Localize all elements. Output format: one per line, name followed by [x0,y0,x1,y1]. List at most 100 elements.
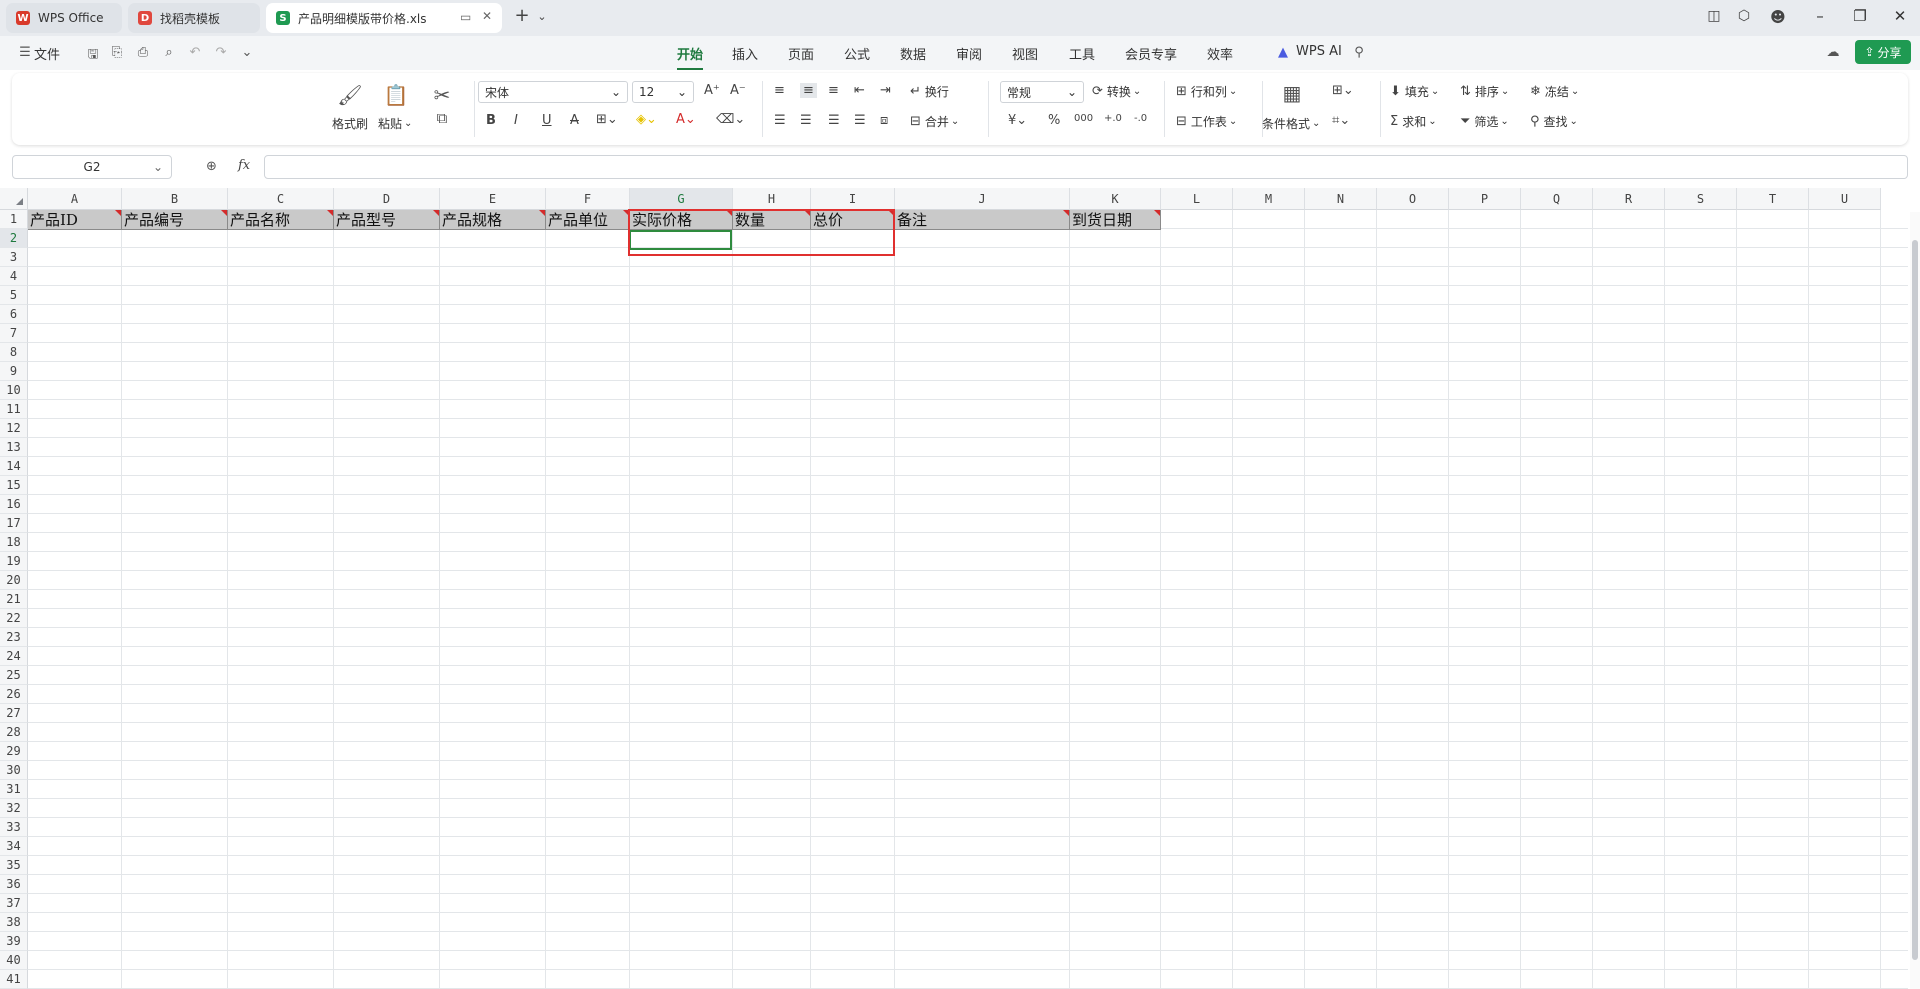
worksheet-button[interactable]: ⊟ 工作表 ⌄ [1176,113,1237,130]
column-header-q[interactable]: Q [1521,188,1593,210]
spreadsheet-grid[interactable]: ABCDEFGHIJKLMNOPQRSTU 1 2 3 4 5 6 7 8 9 10 11 12 13 1… [0,188,1908,989]
row-header-25[interactable]: 25 [0,666,28,685]
column-header-u[interactable]: U [1809,188,1881,210]
font-size-select[interactable]: 12 ⌄ [632,81,694,103]
column-header-c[interactable]: C [228,188,334,210]
row-header-24[interactable]: 24 [0,647,28,666]
conditional-format-button[interactable]: 条件格式 ⌄ [1262,115,1320,132]
paste-button[interactable]: 粘贴 ⌄ [378,115,412,132]
row-header-12[interactable]: 12 [0,419,28,438]
filter-button[interactable]: ⏷ 筛选 ⌄ [1460,113,1509,130]
row-header-26[interactable]: 26 [0,685,28,704]
row-header-7[interactable]: 7 [0,324,28,343]
align-bottom-icon[interactable]: ≡ [828,83,839,98]
convert-button[interactable]: ⟳ 转换 ⌄ [1092,83,1141,100]
cell-style-icon[interactable]: ⊞⌄ [1332,83,1354,98]
row-header-30[interactable]: 30 [0,761,28,780]
column-header-p[interactable]: P [1449,188,1521,210]
column-header-d[interactable]: D [334,188,440,210]
row-header-18[interactable]: 18 [0,533,28,552]
undo-icon[interactable]: ↶ [186,45,204,60]
chevron-down-icon[interactable]: ⌄ [532,10,552,23]
close-window-icon[interactable]: ✕ [1888,7,1912,25]
column-header-e[interactable]: E [440,188,546,210]
row-header-40[interactable]: 40 [0,951,28,970]
row-header-9[interactable]: 9 [0,362,28,381]
row-header-39[interactable]: 39 [0,932,28,951]
row-header-34[interactable]: 34 [0,837,28,856]
new-tab-icon[interactable]: + [512,5,532,26]
row-header-5[interactable]: 5 [0,286,28,305]
tab-spreadsheet-file[interactable]: S 产品明细模版带价格.xls ▭ ✕ [266,3,502,33]
percent-icon[interactable]: % [1048,113,1060,128]
conditional-format-icon[interactable]: ▦ [1278,81,1306,105]
more-chevron-icon[interactable]: ⌄ [238,45,256,60]
name-box[interactable]: G2 ⌄ [12,155,172,179]
fill-color-icon[interactable]: ◈⌄ [636,112,657,127]
outdent-icon[interactable]: ⇤ [854,83,865,98]
align-top-icon[interactable]: ≡ [774,83,785,98]
header-cell-f[interactable]: 产品单位 [546,210,630,230]
align-center-icon[interactable]: ☰ [800,113,812,128]
row-header-17[interactable]: 17 [0,514,28,533]
row-header-6[interactable]: 6 [0,305,28,324]
tab-wps-office[interactable]: W WPS Office [6,3,122,33]
row-header-8[interactable]: 8 [0,343,28,362]
wrap-text-button[interactable]: ↵ 换行 [910,83,949,100]
row-header-10[interactable]: 10 [0,381,28,400]
wps-ai-button[interactable]: WPS AI [1296,44,1342,59]
row-header-21[interactable]: 21 [0,590,28,609]
currency-icon[interactable]: ¥⌄ [1008,113,1027,128]
align-left-icon[interactable]: ☰ [774,113,786,128]
header-cell-a[interactable]: 产品ID [28,210,122,230]
row-header-36[interactable]: 36 [0,875,28,894]
row-header-11[interactable]: 11 [0,400,28,419]
column-header-l[interactable]: L [1161,188,1233,210]
increase-font-icon[interactable]: A⁺ [704,83,720,98]
tab-review[interactable]: 审阅 [956,44,982,63]
row-header-29[interactable]: 29 [0,742,28,761]
close-tab-icon[interactable]: ✕ [482,9,492,23]
column-header-a[interactable]: A [28,188,122,210]
header-cell-e[interactable]: 产品规格 [440,210,546,230]
tab-data[interactable]: 数据 [900,44,926,63]
tab-insert[interactable]: 插入 [732,44,758,63]
cloud-icon[interactable]: ☁ [1824,45,1842,60]
column-header-s[interactable]: S [1665,188,1737,210]
row-header-14[interactable]: 14 [0,457,28,476]
column-header-g[interactable]: G [630,188,733,210]
row-header-15[interactable]: 15 [0,476,28,495]
minimize-icon[interactable]: – [1808,7,1832,25]
bold-icon[interactable]: B [486,113,496,128]
cube-icon[interactable]: ⬡ [1734,8,1754,24]
fx-button[interactable]: fx [238,158,250,173]
column-header-h[interactable]: H [733,188,811,210]
redo-icon[interactable]: ↷ [212,45,230,60]
align-right-icon[interactable]: ☰ [828,113,840,128]
decrease-decimal-icon[interactable]: -.0 [1134,113,1147,124]
avatar[interactable]: ☻ [1768,8,1788,26]
column-header-r[interactable]: R [1593,188,1665,210]
row-header-37[interactable]: 37 [0,894,28,913]
format-painter-button[interactable]: 格式刷 [332,115,368,132]
print-icon[interactable]: ⎙ [134,45,152,60]
row-header-31[interactable]: 31 [0,780,28,799]
header-cell-k[interactable]: 到货日期 [1070,210,1161,230]
select-all-corner[interactable] [0,188,28,210]
row-header-3[interactable]: 3 [0,248,28,267]
save-icon[interactable]: 🖫 [84,45,102,67]
row-header-38[interactable]: 38 [0,913,28,932]
share-button[interactable]: ⇪ 分享 [1855,40,1911,64]
row-header-28[interactable]: 28 [0,723,28,742]
tab-member[interactable]: 会员专享 [1125,44,1177,63]
indent-icon[interactable]: ⇥ [880,83,891,98]
column-header-o[interactable]: O [1377,188,1449,210]
increase-decimal-icon[interactable]: +.0 [1104,113,1122,124]
print-preview-icon[interactable]: ⌕ [160,45,178,60]
layout-icon[interactable]: ◫ [1704,8,1724,24]
vertical-scrollbar[interactable] [1910,212,1920,989]
search-icon[interactable]: ⚲ [1350,45,1368,60]
header-cell-d[interactable]: 产品型号 [334,210,440,230]
tab-start[interactable]: 开始 [677,44,704,70]
scrollbar-thumb[interactable] [1912,240,1918,960]
